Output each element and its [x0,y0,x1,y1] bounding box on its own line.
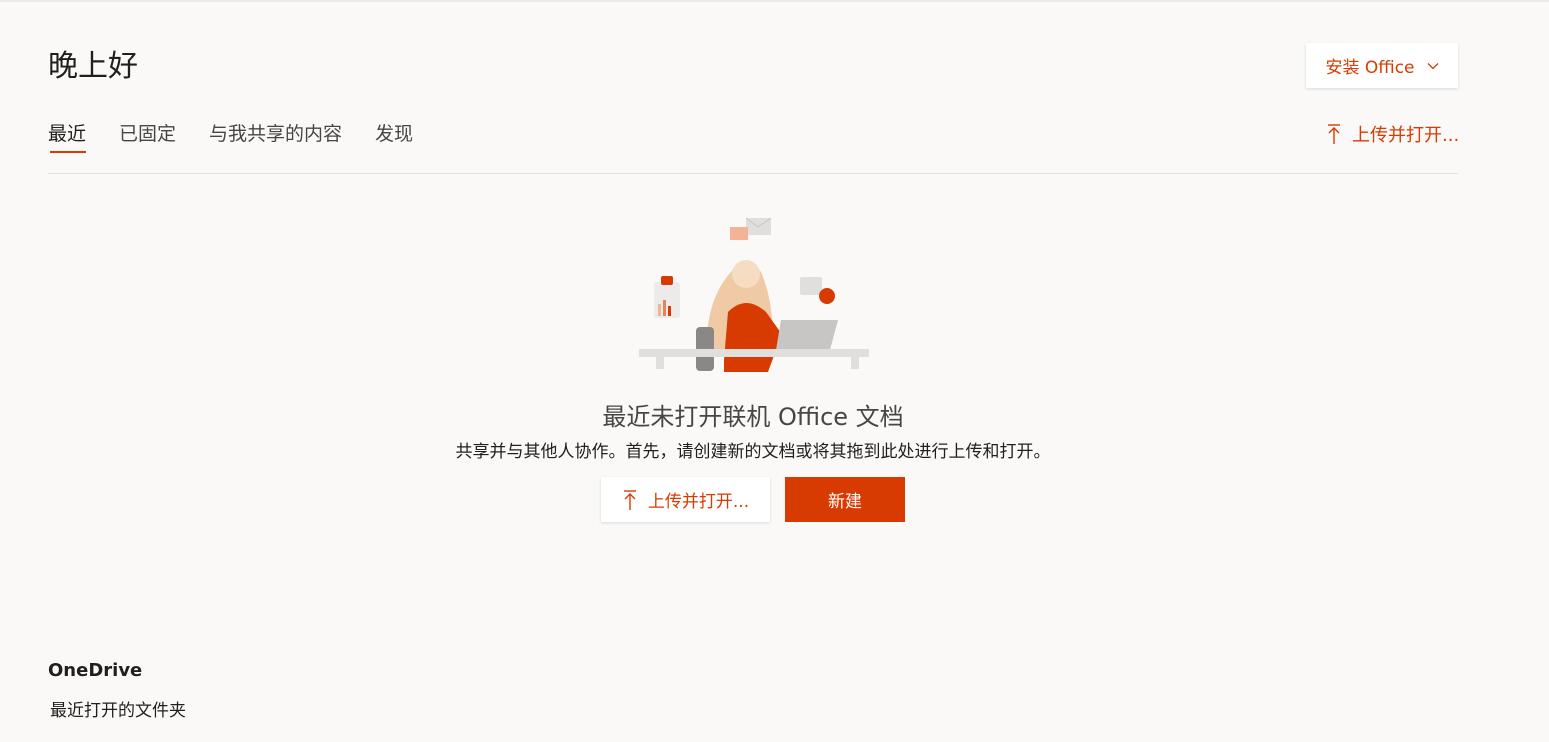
upload-icon [1328,124,1340,144]
tab-discover[interactable]: 发现 [375,118,413,156]
tab-recent[interactable]: 最近 [48,118,87,156]
upload-and-open-label: 上传并打开... [1352,125,1460,146]
empty-state-title: 最近未打开联机 Office 文档 [602,403,904,431]
tab-shared-with-me[interactable]: 与我共享的内容 [209,118,342,156]
tab-bar: 最近 已固定 与我共享的内容 发现 [48,118,446,158]
page-title: 晚上好 [48,49,138,84]
new-document-button[interactable]: 新建 [785,477,905,522]
upload-and-open-link[interactable]: 上传并打开... [1326,118,1459,150]
top-border [0,0,1549,2]
install-office-label: 安装 Office [1325,58,1415,78]
onedrive-section-title: OneDrive [48,660,143,681]
tab-divider [48,173,1458,174]
upload-and-open-button-label: 上传并打开... [647,492,750,512]
tab-pinned[interactable]: 已固定 [119,118,176,156]
empty-state-illustration [639,217,869,372]
install-office-button[interactable]: 安装 Office [1306,43,1458,88]
empty-state-subtitle: 共享并与其他人协作。首先，请创建新的文档或将其拖到此处进行上传和打开。 [455,442,1051,462]
recent-folders-heading: 最近打开的文件夹 [50,701,186,721]
upload-and-open-button[interactable]: 上传并打开... [601,477,770,522]
upload-icon [623,489,636,510]
chevron-down-icon [1427,62,1438,69]
